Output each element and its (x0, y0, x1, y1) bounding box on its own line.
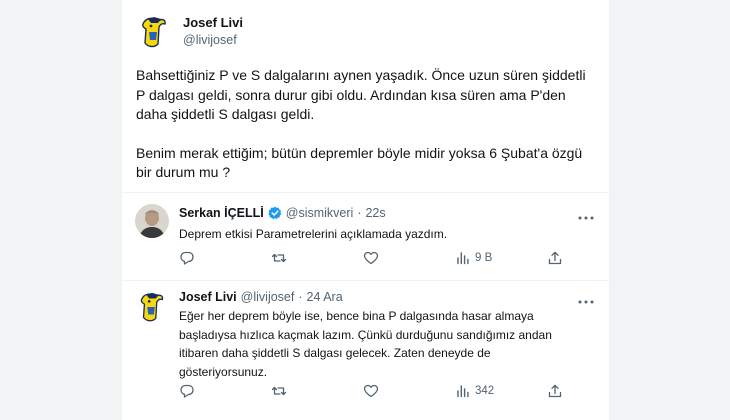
avatar[interactable] (136, 14, 172, 50)
retweet-icon (271, 253, 287, 263)
reply-text: Eğer her deprem böyle ise, bence bina P … (179, 309, 552, 379)
reply-meta: Josef Livi @livijosef · 24 Ara (179, 290, 343, 304)
author-name[interactable]: Josef Livi (183, 15, 243, 30)
tweet-paragraph: Benim merak ettiğim; bütün depremler böy… (136, 144, 583, 181)
share-button[interactable] (547, 250, 563, 266)
views-icon (457, 385, 469, 398)
author-name[interactable]: Josef Livi (179, 290, 237, 304)
tweet-paragraph: Bahsettiğiniz P ve S dalgalarını aynen y… (136, 67, 586, 122)
retweet-button[interactable] (271, 250, 287, 266)
reply-button[interactable] (179, 250, 195, 266)
reply-tweet[interactable]: Josef Livi @livijosef · 24 Ara Eğer her … (122, 280, 609, 420)
views-count: 9 B (475, 252, 493, 264)
reply-meta: Serkan İÇELLİ @sismikveri · 22s (179, 206, 386, 220)
timestamp[interactable]: 22s (365, 206, 385, 220)
tweet-thread-card: Josef Livi @livijosef Bahsettiğiniz P ve… (121, 0, 610, 420)
views-button[interactable]: 342 (455, 383, 494, 399)
reply-icon (180, 384, 194, 398)
reply-icon (180, 251, 194, 265)
like-button[interactable] (363, 250, 379, 266)
author-handle[interactable]: @livijosef (183, 33, 237, 47)
retweet-button[interactable] (271, 383, 287, 399)
like-button[interactable] (363, 383, 379, 399)
share-button[interactable] (547, 383, 563, 399)
more-options-icon[interactable] (577, 210, 595, 220)
timestamp[interactable]: 24 Ara (307, 290, 343, 304)
author-handle[interactable]: @sismikveri (286, 206, 354, 220)
reply-tweet[interactable]: Serkan İÇELLİ @sismikveri · 22s Deprem e… (122, 192, 609, 280)
more-options-icon[interactable] (577, 294, 595, 304)
verified-badge-icon (268, 206, 282, 220)
views-count: 342 (475, 385, 495, 397)
author-name[interactable]: Serkan İÇELLİ (179, 206, 264, 220)
share-icon (548, 251, 562, 265)
main-tweet[interactable]: Josef Livi @livijosef Bahsettiğiniz P ve… (122, 0, 609, 192)
avatar[interactable] (135, 290, 169, 324)
reply-button[interactable] (179, 383, 195, 399)
like-icon (363, 251, 379, 265)
retweet-icon (271, 386, 287, 396)
views-icon (457, 252, 469, 265)
tweet-text: Bahsettiğiniz P ve S dalgalarını aynen y… (136, 66, 606, 183)
avatar[interactable] (135, 204, 169, 238)
dot-separator: · (298, 290, 303, 304)
reply-text: Deprem etkisi Parametrelerini açıklamada… (179, 227, 448, 241)
action-bar: 9 B (179, 250, 591, 268)
share-icon (548, 384, 562, 398)
action-bar: 342 (179, 383, 591, 401)
author-handle[interactable]: @livijosef (241, 290, 295, 304)
like-icon (363, 384, 379, 398)
views-button[interactable]: 9 B (455, 250, 492, 266)
dot-separator: · (357, 206, 362, 220)
